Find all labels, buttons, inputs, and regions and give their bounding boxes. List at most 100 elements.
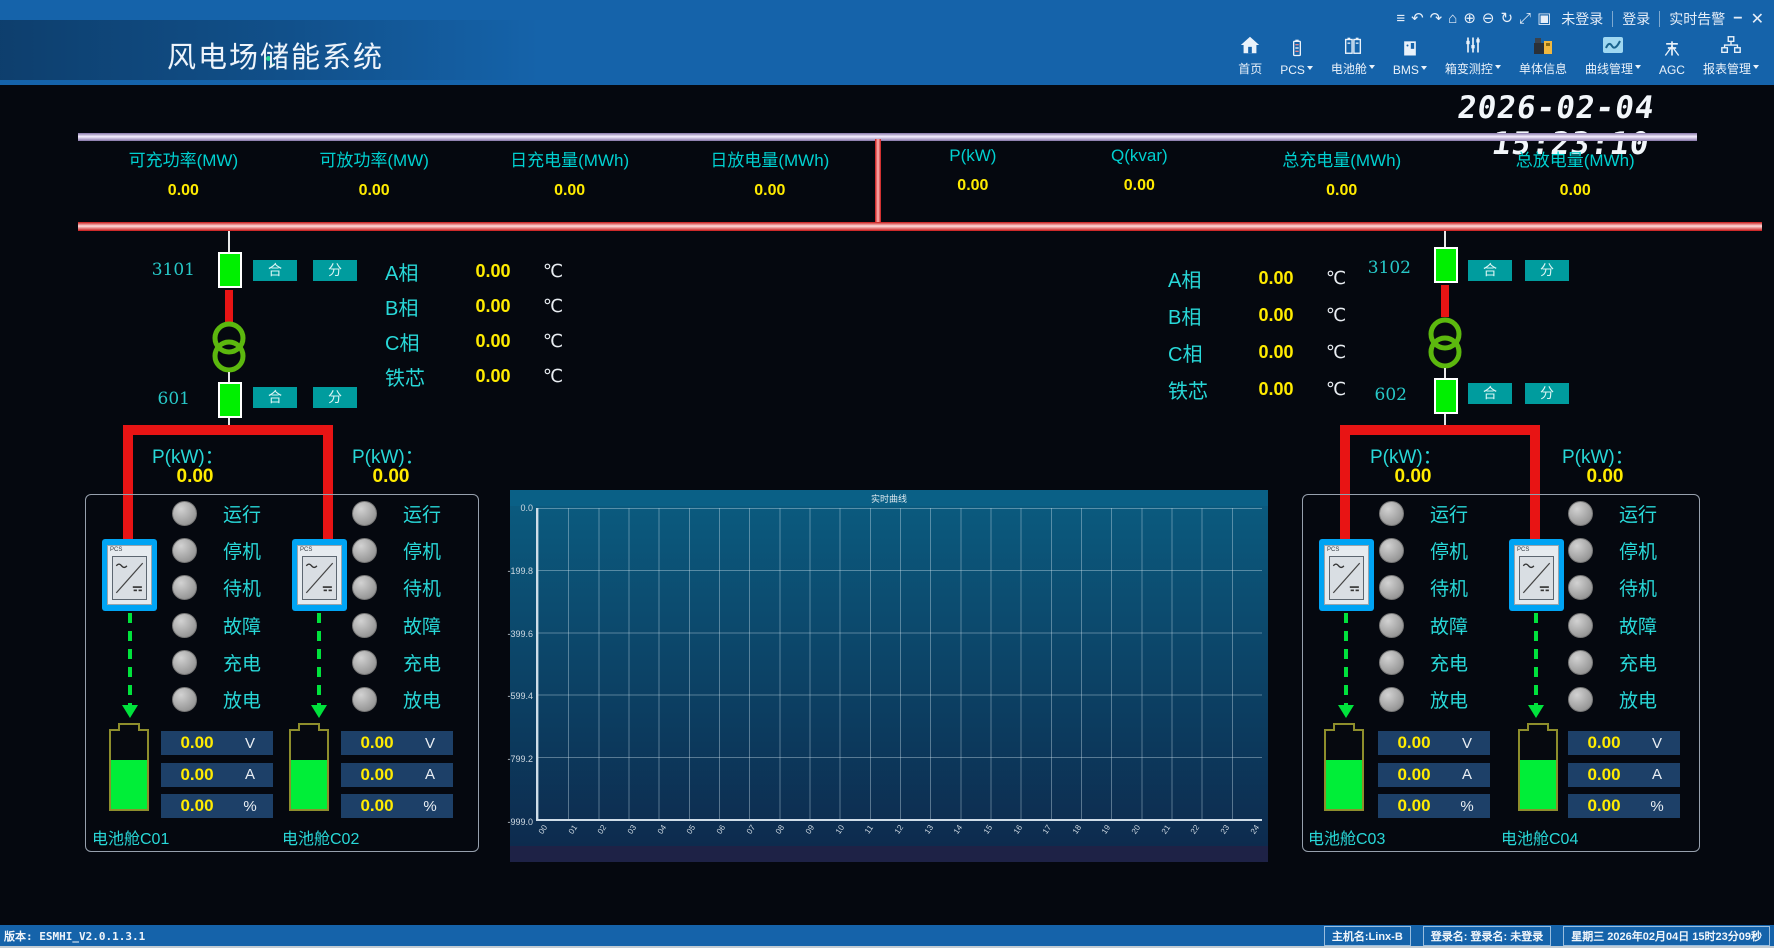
minimize-button[interactable]: − — [1733, 10, 1742, 28]
readout-box: 0.00V — [1378, 731, 1490, 755]
temp-unit: ℃ — [1318, 379, 1354, 400]
status-led-icon — [352, 501, 377, 526]
measurement-label: 总充电量(MWh) — [1282, 146, 1401, 171]
readout-box: 0.00% — [341, 794, 453, 818]
open-button-601[interactable]: 分 — [313, 387, 357, 408]
pcs-power-value: 0.00 — [1570, 466, 1640, 488]
status-led-icon — [1379, 650, 1404, 675]
readout-value: 0.00 — [161, 765, 233, 785]
close-button[interactable]: ✕ — [1751, 9, 1764, 29]
status-label: 待机 — [1619, 574, 1657, 601]
nav-item-report-management[interactable]: 报表管理 — [1694, 33, 1768, 77]
pcs-unit-c01[interactable]: PCS — [102, 539, 157, 611]
open-button-602[interactable]: 分 — [1525, 383, 1569, 404]
connector-line — [1444, 368, 1446, 378]
toolbar-icon[interactable]: ≡ — [1396, 7, 1405, 31]
nav-item-battery-cabin[interactable]: 电池舱 — [1322, 33, 1384, 77]
temp-value: 0.00 — [1234, 342, 1318, 363]
breaker-3101[interactable] — [218, 252, 242, 288]
temp-label: 铁芯 — [1168, 375, 1234, 404]
cell-info-icon — [1531, 33, 1555, 57]
pcs-icon — [1287, 36, 1307, 60]
measurement-cell: Q(kvar) 0.00 — [1111, 146, 1168, 200]
status-label: 停机 — [223, 537, 261, 564]
breaker-label: 3101 — [140, 260, 195, 280]
toolbar-icon[interactable]: ▣ — [1537, 7, 1551, 31]
open-button-3101[interactable]: 分 — [313, 260, 357, 281]
status-row: 充电 — [172, 644, 302, 681]
pcs-status-column: 运行停机待机故障充电放电 — [352, 495, 482, 718]
status-led-icon — [352, 538, 377, 563]
nav-item-agc[interactable]: AGC — [1650, 36, 1694, 77]
close-button-3101[interactable]: 合 — [253, 260, 297, 281]
toolbar-icon[interactable]: ⌂ — [1448, 7, 1457, 31]
x-tick-label: 18 — [1069, 821, 1084, 838]
open-button-3102[interactable]: 分 — [1525, 260, 1569, 281]
status-label: 待机 — [223, 574, 261, 601]
breaker-601[interactable] — [218, 382, 242, 418]
status-row: 运行 — [172, 495, 302, 532]
y-tick-label: -399.6 — [507, 629, 533, 639]
toolbar-icon[interactable]: ⊕ — [1463, 7, 1476, 31]
realtime-alarm-button[interactable]: 实时告警 — [1669, 9, 1725, 29]
temp-unit: ℃ — [535, 261, 571, 282]
x-tick-label: 02 — [595, 821, 610, 838]
breaker-label: 602 — [1362, 385, 1407, 405]
x-tick-label: 07 — [743, 821, 758, 838]
measurement-cell: 日充电量(MWh) 0.00 — [510, 146, 629, 200]
readout-box: 0.00A — [341, 763, 453, 787]
battery-icon-c01 — [109, 729, 149, 811]
close-button-601[interactable]: 合 — [253, 387, 297, 408]
status-label: 待机 — [403, 574, 441, 601]
readout-unit: % — [1640, 798, 1674, 815]
nav-item-bms[interactable]: BMS — [1384, 36, 1436, 77]
toolbar-icon[interactable]: ↷ — [1430, 7, 1443, 31]
status-led-icon — [352, 687, 377, 712]
toolbar-icon[interactable]: ↶ — [1411, 7, 1424, 31]
connector-line — [228, 418, 230, 425]
battery-panel-left: PCS PCS 运行停机待机故障充电放电 运行停机待机故障充电放电 0.00V0… — [85, 494, 479, 852]
breaker-3102[interactable] — [1434, 247, 1458, 283]
connector-line — [228, 372, 230, 382]
status-row: 故障 — [172, 607, 302, 644]
login-button[interactable]: 登录 — [1622, 9, 1650, 29]
hostname-box: 主机名:Linx-B — [1324, 926, 1411, 946]
close-button-3102[interactable]: 合 — [1468, 260, 1512, 281]
pcs-power-label: P(kW)： — [1370, 442, 1442, 469]
nav-item-pcs[interactable]: PCS — [1271, 36, 1322, 77]
status-led-icon — [1568, 650, 1593, 675]
measurement-cell: 日放电量(MWh) 0.00 — [710, 146, 829, 200]
temp-row: A相 0.00 ℃ — [1168, 260, 1354, 297]
cabin-label-c04: 电池舱C04 — [1501, 825, 1578, 849]
toolbar-icon[interactable]: ⤢ — [1519, 7, 1531, 31]
nav-item-cell-info[interactable]: 单体信息 — [1510, 33, 1576, 77]
plot-area — [536, 508, 1262, 821]
y-axis-labels: 0.0-199.8-399.6-599.4-799.2-999.0 — [510, 503, 533, 827]
nav-item-transformer-control[interactable]: 箱变测控 — [1436, 33, 1510, 77]
chart-header: 实时曲线 — [510, 490, 1268, 506]
toolbar-icon[interactable]: ↻ — [1500, 7, 1513, 31]
status-led-icon — [172, 575, 197, 600]
nav-item-curve-management[interactable]: 曲线管理 — [1576, 33, 1650, 77]
measurement-value: 0.00 — [554, 182, 585, 200]
toolbar-icon[interactable]: ⊖ — [1482, 7, 1495, 31]
window-controls: ≡↶↷⌂⊕⊖↻⤢▣ 未登录 登录 实时告警 − ✕ — [1396, 6, 1764, 32]
breaker-602[interactable] — [1434, 378, 1458, 414]
status-row: 充电 — [1379, 644, 1509, 681]
status-led-icon — [1568, 538, 1593, 563]
readout-unit: A — [1450, 766, 1484, 783]
pcs-unit-c03[interactable]: PCS — [1319, 539, 1374, 611]
status-led-icon — [1379, 538, 1404, 563]
readout-unit: V — [1640, 735, 1674, 752]
nav-item-home[interactable]: 首页 — [1229, 33, 1271, 77]
x-tick-label: 24 — [1247, 821, 1262, 838]
close-button-602[interactable]: 合 — [1468, 383, 1512, 404]
upper-busbar — [78, 133, 1697, 141]
readout-value: 0.00 — [341, 765, 413, 785]
temp-unit: ℃ — [1318, 305, 1354, 326]
temp-label: 铁芯 — [385, 362, 451, 391]
pcs-unit-c04[interactable]: PCS — [1509, 539, 1564, 611]
agc-icon — [1662, 36, 1682, 60]
realtime-curve-chart: 实时曲线 0.0-199.8-399.6-599.4-799.2-999.0 0… — [510, 490, 1268, 862]
status-label: 充电 — [1430, 649, 1468, 676]
